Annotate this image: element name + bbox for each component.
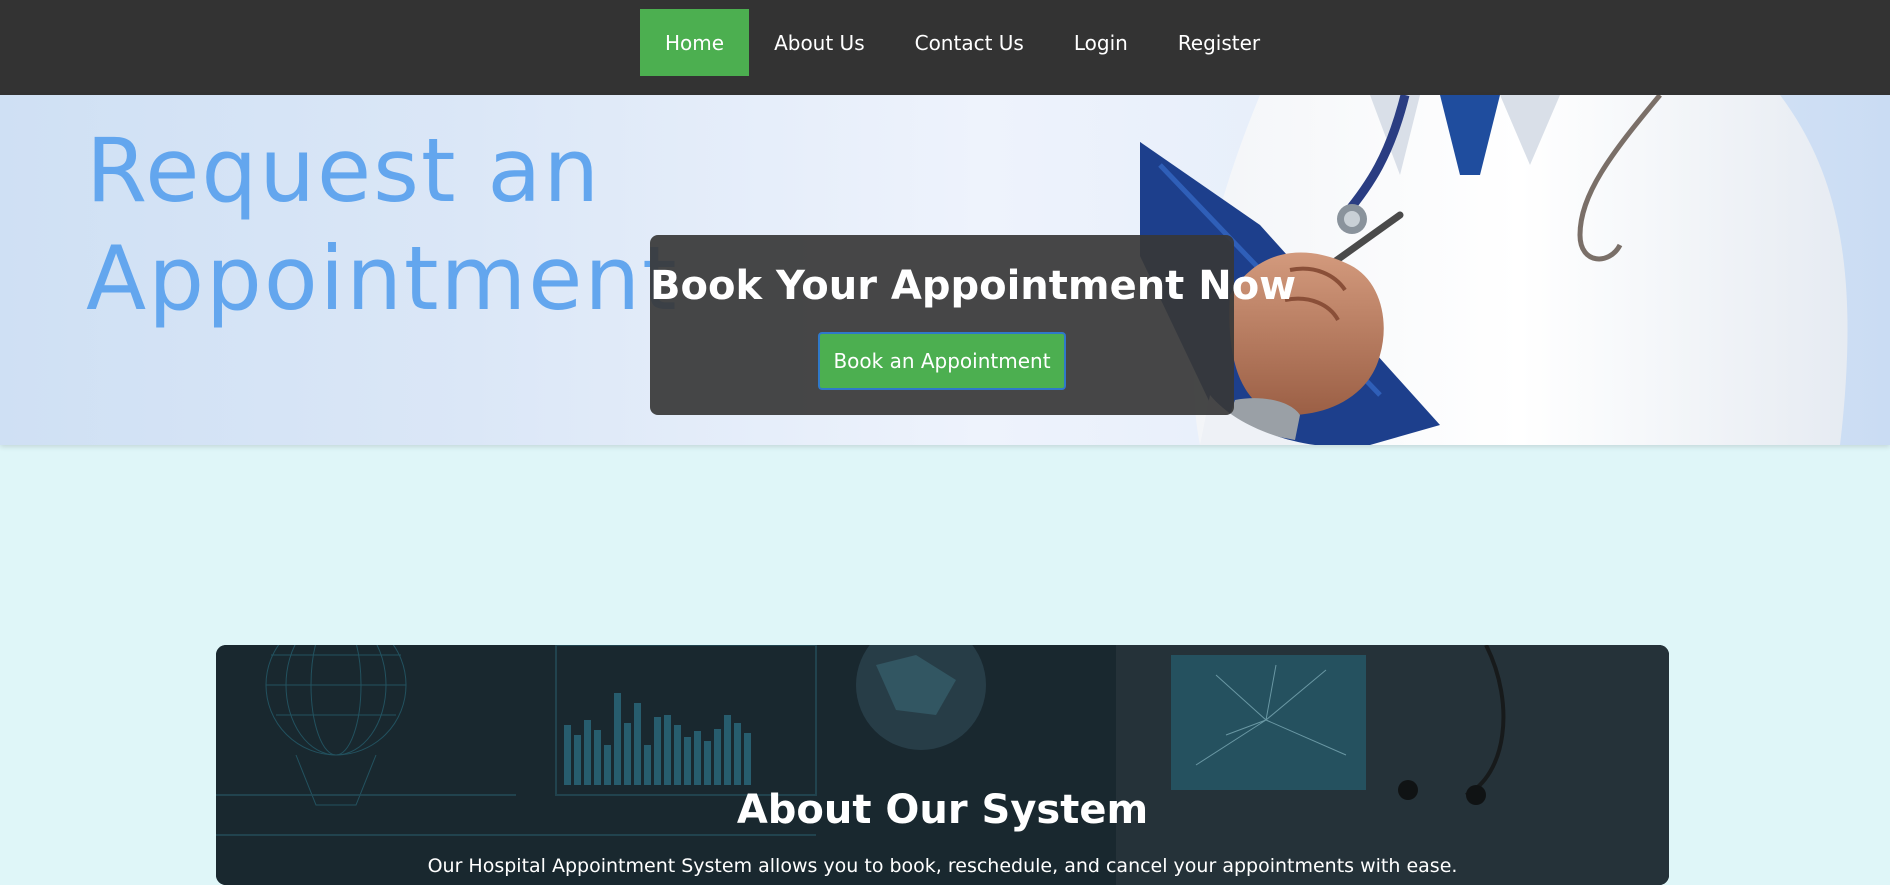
top-navbar: Home About Us Contact Us Login Register bbox=[0, 0, 1890, 95]
about-title: About Our System bbox=[736, 787, 1149, 833]
book-appointment-card: Book Your Appointment Now Book an Appoin… bbox=[650, 235, 1297, 415]
nav-item-home[interactable]: Home bbox=[640, 9, 750, 76]
about-section: About Our System Our Hospital Appointmen… bbox=[216, 645, 1669, 885]
nav-item-contact-us[interactable]: Contact Us bbox=[890, 9, 1049, 76]
about-description: Our Hospital Appointment System allows y… bbox=[427, 855, 1458, 877]
nav-item-about-us[interactable]: About Us bbox=[749, 9, 890, 76]
nav-menu: Home About Us Contact Us Login Register bbox=[640, 9, 1285, 76]
hero-background-text: Request an Appointment bbox=[86, 117, 679, 333]
medical-tech-background bbox=[216, 645, 1669, 885]
hero-background-line-2: Appointment bbox=[86, 227, 679, 330]
nav-item-register[interactable]: Register bbox=[1153, 9, 1285, 76]
hero-banner: Request an Appointment Book Your Appoint… bbox=[0, 95, 1890, 445]
hero-background-line-1: Request an bbox=[86, 119, 602, 222]
book-appointment-button[interactable]: Book an Appointment bbox=[818, 332, 1066, 390]
nav-item-login[interactable]: Login bbox=[1049, 9, 1153, 76]
book-appointment-title: Book Your Appointment Now bbox=[650, 263, 1297, 309]
